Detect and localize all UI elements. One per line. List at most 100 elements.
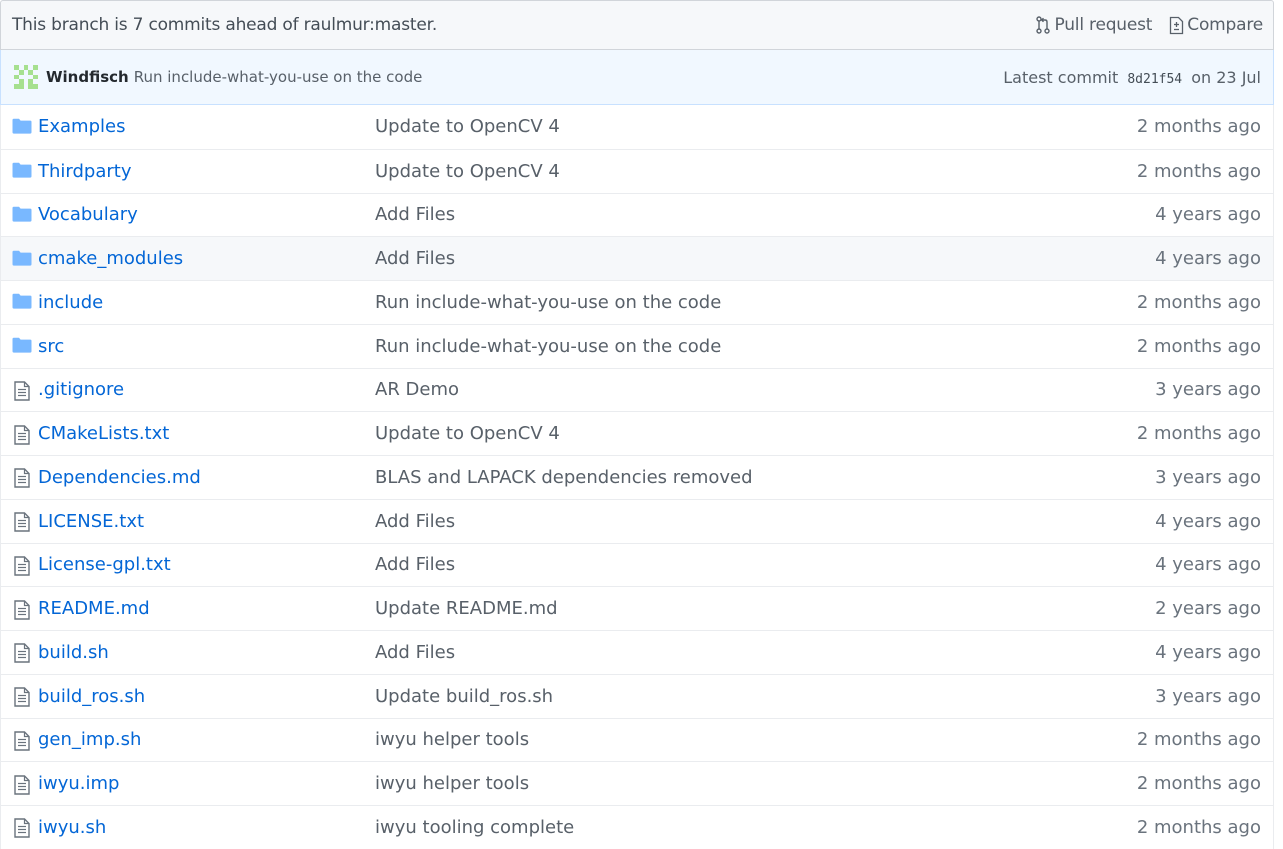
folder-icon: [12, 293, 32, 311]
commit-age: 2 years ago: [1155, 598, 1261, 620]
file-row[interactable]: Dependencies.md BLAS and LAPACK dependenc…: [1, 455, 1273, 499]
file-row[interactable]: .gitignore AR Demo 3 years ago: [1, 367, 1273, 412]
commit-message-link[interactable]: Add Files: [375, 248, 455, 269]
file-name-link[interactable]: Vocabulary: [38, 204, 138, 225]
file-row[interactable]: iwyu.imp iwyu helper tools 2 months ago: [1, 761, 1273, 805]
commit-message-link[interactable]: Add Files: [375, 204, 455, 225]
latest-commit-label: Latest commit: [1003, 67, 1119, 87]
commit-message-link[interactable]: iwyu helper tools: [375, 773, 529, 794]
file-name-link[interactable]: Examples: [38, 116, 125, 137]
file-name-link[interactable]: build_ros.sh: [38, 686, 145, 707]
repository-file-browser: This branch is 7 commits ahead of raulmu…: [0, 0, 1276, 849]
latest-commit-info: Latest commit 8d21f54 on 23 Jul: [1003, 68, 1261, 87]
avatar[interactable]: [14, 65, 38, 89]
file-text-icon: [14, 818, 34, 839]
commit-message-link[interactable]: Run include-what-you-use on the code: [134, 68, 1004, 86]
file-name-link[interactable]: iwyu.sh: [38, 817, 106, 838]
file-row[interactable]: Vocabulary Add Files 4 years ago: [1, 192, 1273, 237]
commit-age: 2 months ago: [1136, 335, 1261, 357]
git-pull-request-icon: [1035, 15, 1051, 35]
commit-author-link[interactable]: Windfisch: [46, 68, 129, 86]
file-name-link[interactable]: gen_imp.sh: [38, 729, 141, 750]
commit-message-link[interactable]: Run include-what-you-use on the code: [375, 292, 721, 313]
file-text-icon: [14, 687, 34, 707]
commit-message-link[interactable]: Update to OpenCV 4: [375, 423, 560, 444]
commit-sha-link[interactable]: 8d21f54: [1127, 72, 1182, 87]
commit-age: 4 years ago: [1155, 510, 1261, 532]
branch-ahead-message: This branch is 7 commits ahead of raulmu…: [12, 15, 438, 35]
compare-link[interactable]: Compare: [1168, 15, 1263, 35]
commit-message-link[interactable]: Update to OpenCV 4: [375, 161, 560, 182]
file-text-icon: [14, 381, 34, 401]
file-text-icon: [14, 556, 34, 576]
pull-request-link[interactable]: Pull request: [1035, 15, 1152, 35]
file-name-link[interactable]: CMakeLists.txt: [38, 423, 169, 444]
commit-age: 2 months ago: [1136, 816, 1261, 838]
branch-actions: Pull request Compare: [1019, 15, 1263, 35]
commit-message-link[interactable]: Add Files: [375, 511, 455, 532]
file-text-icon: [14, 468, 34, 489]
latest-commit-bar: Windfisch Run include-what-you-use on th…: [0, 50, 1274, 105]
file-row[interactable]: build_ros.sh Update build_ros.sh 3 years a…: [1, 673, 1273, 718]
commit-age: 4 years ago: [1155, 641, 1261, 663]
commit-age: 3 years ago: [1155, 379, 1261, 401]
compare-label: Compare: [1187, 15, 1263, 35]
file-text-icon: [14, 643, 34, 664]
file-row[interactable]: build.sh Add Files 4 years ago: [1, 630, 1273, 674]
file-text-icon: [14, 512, 34, 532]
file-diff-icon: [1168, 15, 1184, 35]
file-row[interactable]: src Run include-what-you-use on the code 2…: [1, 323, 1273, 368]
folder-icon: [12, 118, 32, 136]
file-list: Examples Update to OpenCV 42 months ago Th…: [0, 105, 1274, 849]
file-name-link[interactable]: cmake_modules: [38, 248, 183, 269]
commit-age: 2 months ago: [1136, 116, 1261, 138]
folder-icon: [12, 250, 32, 268]
pull-request-label: Pull request: [1054, 15, 1153, 35]
branch-status-bar: This branch is 7 commits ahead of raulmu…: [0, 0, 1274, 50]
file-row[interactable]: cmake_modules Add Files 4 years ago: [1, 236, 1273, 280]
folder-icon: [12, 206, 32, 224]
file-row[interactable]: License-gpl.txt Add Files 4 years ago: [1, 542, 1273, 587]
commit-age: 2 months ago: [1136, 291, 1261, 313]
commit-age: 3 years ago: [1155, 685, 1261, 707]
commit-message-link[interactable]: iwyu helper tools: [375, 729, 529, 750]
commit-message-link[interactable]: iwyu tooling complete: [375, 817, 574, 838]
file-name-link[interactable]: src: [38, 336, 64, 357]
file-row[interactable]: Thirdparty Update to OpenCV 4 2 months ago: [1, 148, 1273, 193]
commit-age: 4 years ago: [1155, 204, 1261, 226]
file-text-icon: [14, 731, 34, 751]
commit-message-link[interactable]: Update build_ros.sh: [375, 686, 553, 707]
commit-message-link[interactable]: Run include-what-you-use on the code: [375, 336, 721, 357]
commit-message-link[interactable]: Add Files: [375, 642, 455, 663]
file-row[interactable]: gen_imp.sh iwyu helper tools 2 months ago: [1, 717, 1273, 762]
file-row[interactable]: include Run include-what-you-use on the c…: [1, 280, 1273, 324]
file-name-link[interactable]: Dependencies.md: [38, 467, 201, 488]
commit-age: 3 years ago: [1155, 466, 1261, 488]
commit-age: 2 months ago: [1136, 729, 1261, 751]
commit-age: 2 months ago: [1136, 160, 1261, 182]
file-name-link[interactable]: build.sh: [38, 642, 109, 663]
commit-age: 4 years ago: [1155, 554, 1261, 576]
commit-message-link[interactable]: Update to OpenCV 4: [375, 116, 560, 137]
commit-age: 2 months ago: [1136, 773, 1261, 795]
file-row[interactable]: README.md Update README.md 2 years ago: [1, 586, 1273, 630]
commit-message-link[interactable]: AR Demo: [375, 379, 459, 400]
file-row[interactable]: CMakeLists.txt Update to OpenCV 4 2 months…: [1, 411, 1273, 455]
file-row[interactable]: LICENSE.txt Add Files 4 years ago: [1, 498, 1273, 543]
file-name-link[interactable]: iwyu.imp: [38, 773, 119, 794]
file-name-link[interactable]: .gitignore: [38, 379, 124, 400]
file-row[interactable]: iwyu.sh iwyu tooling complete 2 months ago: [1, 805, 1273, 849]
commit-message-link[interactable]: Add Files: [375, 554, 455, 575]
folder-icon: [12, 162, 32, 180]
file-name-link[interactable]: LICENSE.txt: [38, 511, 144, 532]
file-row[interactable]: Examples Update to OpenCV 4 2 months ago: [1, 105, 1273, 149]
file-name-link[interactable]: License-gpl.txt: [38, 554, 171, 575]
file-text-icon: [14, 424, 34, 445]
file-text-icon: [14, 774, 34, 795]
file-name-link[interactable]: Thirdparty: [38, 161, 131, 182]
file-name-link[interactable]: README.md: [38, 598, 150, 619]
folder-icon: [12, 337, 32, 355]
file-name-link[interactable]: include: [38, 292, 103, 313]
commit-message-link[interactable]: Update README.md: [375, 598, 558, 619]
commit-message-link[interactable]: BLAS and LAPACK dependencies removed: [375, 467, 753, 488]
